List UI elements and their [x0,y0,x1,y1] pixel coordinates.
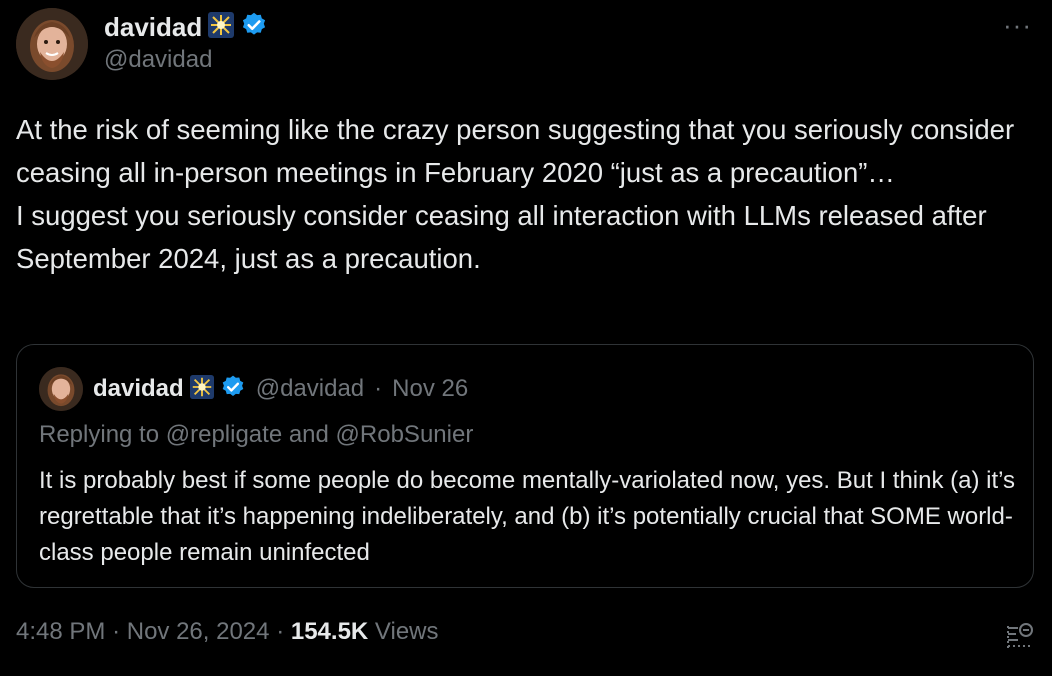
quoted-author-name: davidad [93,375,184,402]
tweet-footer: 4:48 PM · Nov 26, 2024 · 154.5K Views [16,618,439,646]
sparkle-badge-icon [189,374,214,404]
more-options-icon[interactable]: ··· [1003,10,1032,41]
author-handle[interactable]: @davidad [104,46,268,74]
author-block: davidad @davidad [104,10,268,74]
views-count: 154.5K [290,618,369,645]
tweet-paragraph-1: At the risk of seeming like the crazy pe… [16,114,1015,188]
quoted-author-handle: @davidad [255,375,365,402]
tweet-paragraph-2: I suggest you seriously consider ceasing… [16,200,987,274]
tweet-text: At the risk of seeming like the crazy pe… [16,108,1036,280]
footer-separator: · [276,618,285,645]
verified-badge-icon [220,374,246,405]
author-name[interactable]: davidad [104,12,202,43]
quoted-tweet-date: Nov 26 [392,375,469,402]
sparkle-badge-icon [208,11,235,43]
post-time[interactable]: 4:48 PM [16,618,105,645]
meta-separator: · [374,375,383,402]
views-label: Views [374,618,439,645]
quoted-tweet[interactable]: davidad @davidad · Nov 26 Replying to @r… [16,344,1034,588]
post-analytics-icon[interactable] [1004,620,1036,652]
tweet-header: davidad @davidad ··· [16,8,1036,84]
quoted-tweet-header: davidad @davidad · Nov 26 [39,367,468,411]
footer-separator: · [112,618,121,645]
post-date[interactable]: Nov 26, 2024 [127,618,270,645]
quoted-author-avatar [39,367,83,411]
replying-to: Replying to @repligate and @RobSunier [39,421,474,448]
quoted-tweet-text: It is probably best if some people do be… [39,467,1016,566]
author-avatar[interactable] [16,8,88,80]
verified-badge-icon [240,11,268,44]
